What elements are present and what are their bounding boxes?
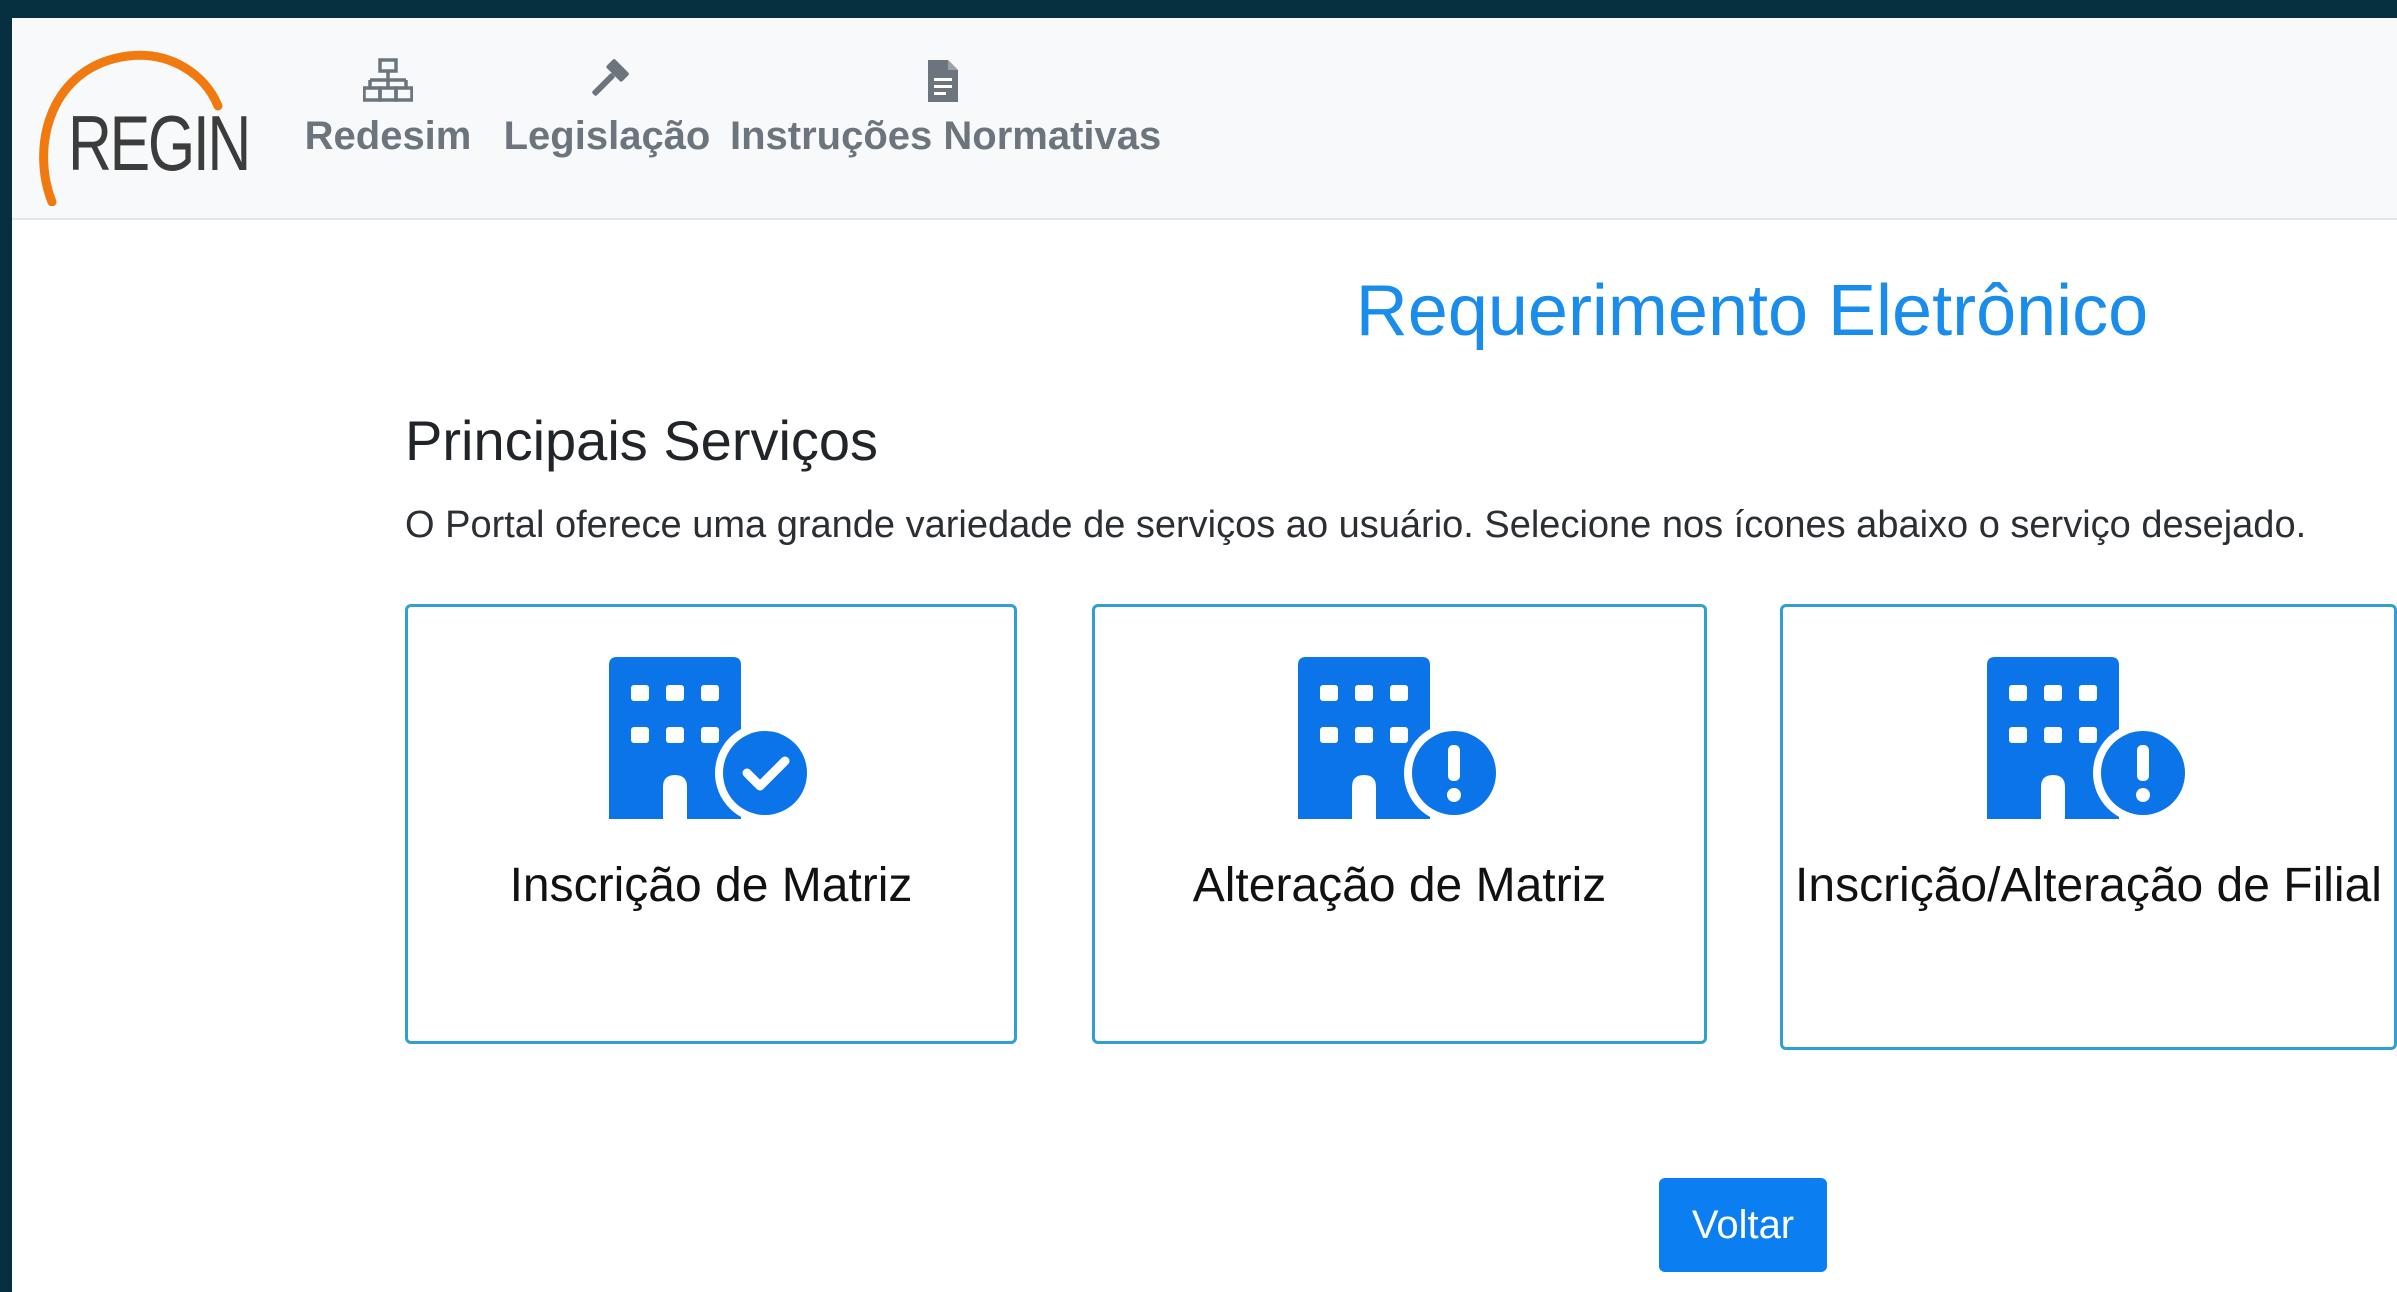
section-description: O Portal oferece uma grande variedade de… xyxy=(405,504,2307,546)
nav-item-instrucoes-normativas[interactable]: Instruções Normativas xyxy=(730,58,1162,178)
service-card-label: Inscrição/Alteração de Filial xyxy=(1795,859,2382,912)
building-exclamation-icon xyxy=(1986,657,2193,823)
page-title: Requerimento Eletrônico xyxy=(1355,271,2149,351)
nav-item-legislacao[interactable]: Legislação xyxy=(494,58,720,178)
regin-logo[interactable]: REGIN xyxy=(30,36,251,206)
network-icon xyxy=(363,58,413,102)
logo-text: REGIN xyxy=(68,99,251,187)
service-card-inscricao-matriz[interactable]: Inscrição de Matriz xyxy=(405,604,1017,1044)
voltar-button[interactable]: Voltar xyxy=(1659,1178,1827,1272)
service-card-inscricao-alteracao-filial[interactable]: Inscrição/Alteração de Filial xyxy=(1780,604,2397,1050)
nav-item-redesim[interactable]: Redesim xyxy=(300,58,476,178)
service-card-alteracao-matriz[interactable]: Alteração de Matriz xyxy=(1092,604,1707,1044)
nav-label-redesim: Redesim xyxy=(304,114,472,158)
top-navbar: REGIN Redesim Legislação Instruções Norm… xyxy=(12,18,2397,220)
app-window: REGIN Redesim Legislação Instruções Norm… xyxy=(12,18,2397,1292)
service-card-label: Alteração de Matriz xyxy=(1192,859,1607,912)
nav-label-instrucoes-normativas: Instruções Normativas xyxy=(730,114,1162,158)
section-title: Principais Serviços xyxy=(405,409,879,472)
service-card-label: Inscrição de Matriz xyxy=(509,859,913,912)
building-check-icon xyxy=(609,657,815,823)
nav-label-legislacao: Legislação xyxy=(503,114,711,158)
building-exclamation-icon xyxy=(1297,657,1504,823)
gavel-icon xyxy=(592,59,629,96)
document-icon xyxy=(928,60,958,102)
